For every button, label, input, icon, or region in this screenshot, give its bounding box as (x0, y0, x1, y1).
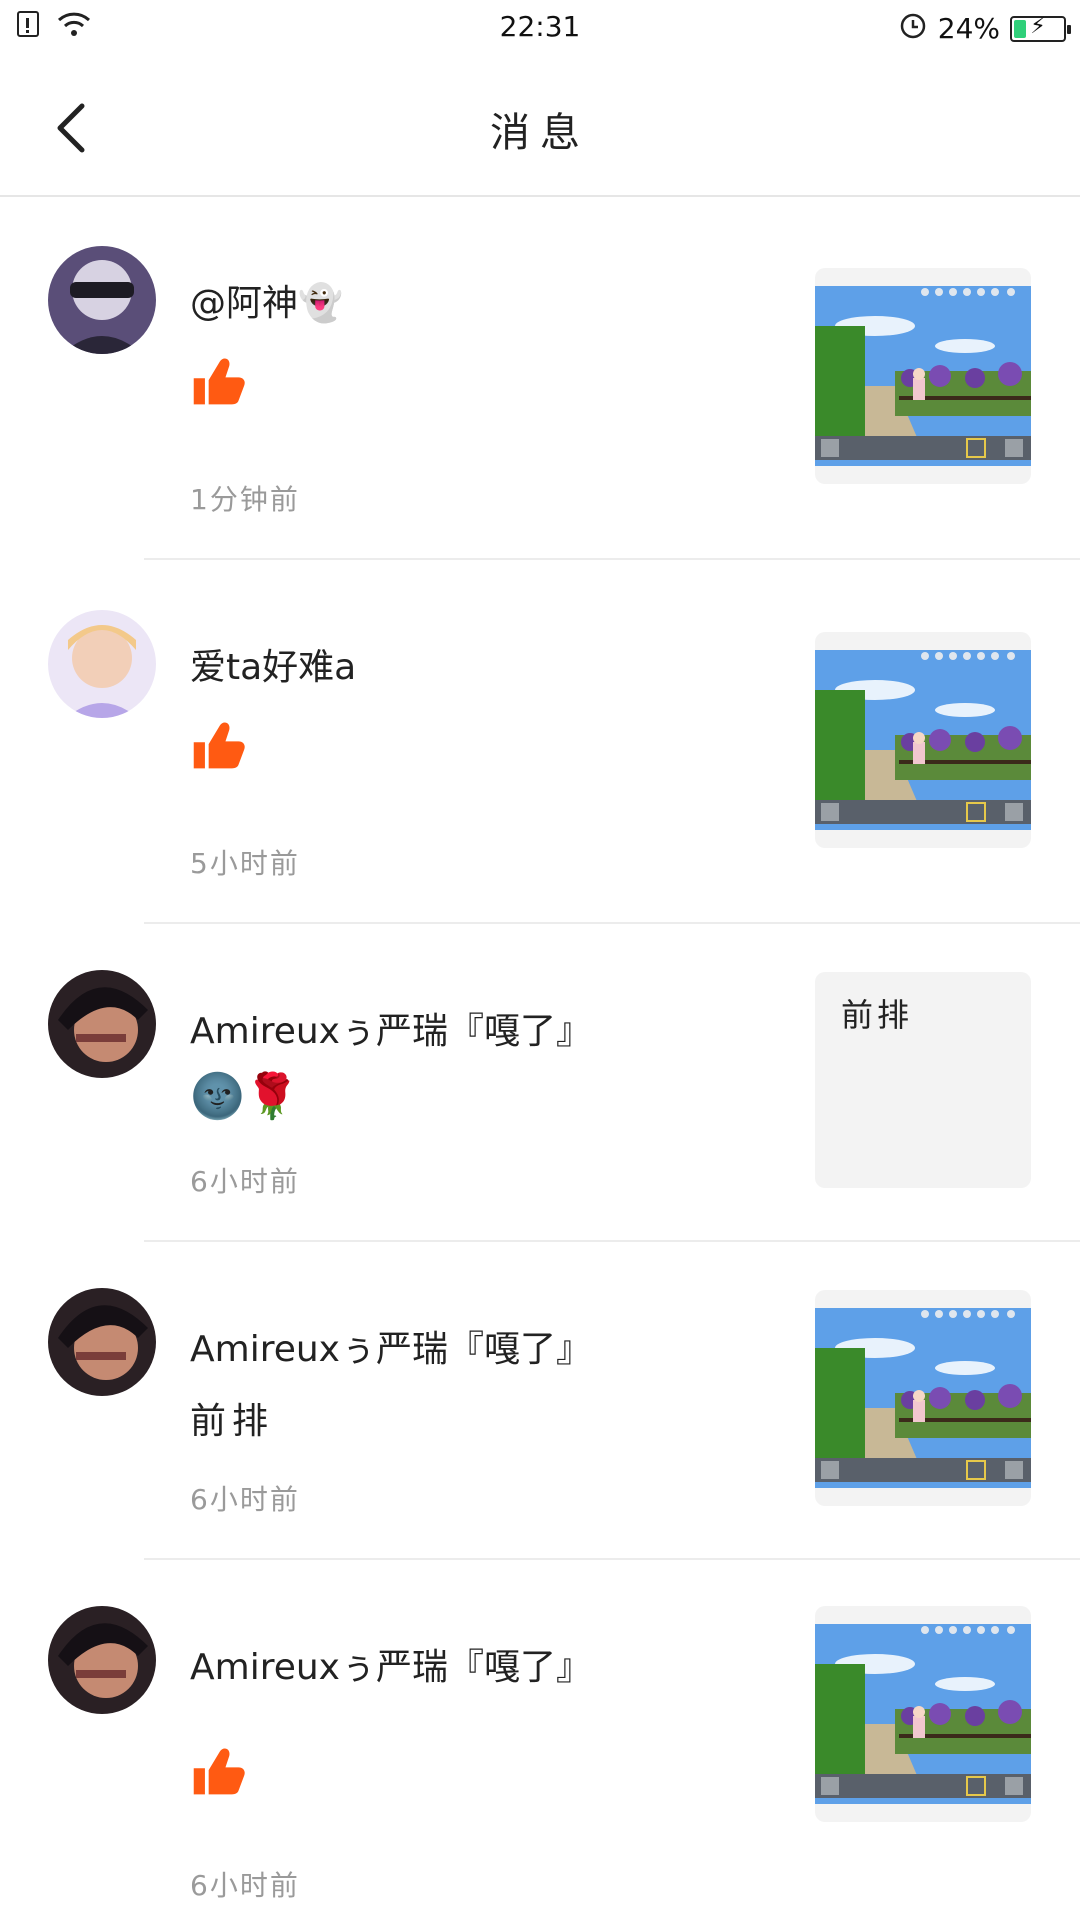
sender-name[interactable]: 爱ta好难a (190, 638, 356, 690)
charging-icon: ⚡ (1030, 13, 1046, 39)
sender-name[interactable]: @阿神👻 (190, 274, 343, 326)
avatar[interactable] (48, 970, 156, 1078)
post-thumbnail[interactable] (815, 1606, 1031, 1822)
avatar[interactable] (48, 1606, 156, 1714)
message-time: 5小时前 (190, 847, 300, 880)
post-thumbnail[interactable] (815, 268, 1031, 484)
message-item[interactable]: Amireuxぅ严瑞『嘎了』 6小时前 (0, 1560, 1080, 1920)
sender-name[interactable]: Amireuxぅ严瑞『嘎了』 (190, 1320, 592, 1372)
like-icon (190, 354, 246, 419)
avatar[interactable] (48, 246, 156, 354)
avatar[interactable] (48, 610, 156, 718)
like-icon (190, 1744, 246, 1809)
page-title: 消息 (490, 110, 590, 156)
comment-text: 前排 (190, 1401, 275, 1442)
top-bar: 消息 (0, 60, 1080, 197)
status-bar: 22:31 24% ⚡ (0, 0, 1080, 52)
message-item[interactable]: Amireuxぅ严瑞『嘎了』 前排 6小时前 (0, 1242, 1080, 1560)
message-time: 6小时前 (190, 1483, 300, 1516)
sender-name[interactable]: Amireuxぅ严瑞『嘎了』 (190, 1002, 592, 1054)
post-thumbnail[interactable] (815, 632, 1031, 848)
post-thumbnail[interactable]: 前排 (815, 972, 1031, 1188)
message-item[interactable]: Amireuxぅ严瑞『嘎了』 🌚🌹 6小时前 前排 (0, 924, 1080, 1242)
post-thumbnail[interactable] (815, 1290, 1031, 1506)
like-icon (190, 718, 246, 783)
post-text: 前排 (841, 996, 914, 1034)
avatar[interactable] (48, 1288, 156, 1396)
battery-icon: ⚡ (1010, 13, 1071, 42)
alarm-icon (898, 10, 928, 47)
message-time: 6小时前 (190, 1165, 300, 1198)
sender-name[interactable]: Amireuxぅ严瑞『嘎了』 (190, 1638, 592, 1690)
message-time: 1分钟前 (190, 483, 300, 516)
comment-text: 🌚🌹 (190, 1071, 300, 1122)
message-time: 6小时前 (190, 1869, 300, 1902)
message-item[interactable]: 爱ta好难a 5小时前 (0, 560, 1080, 924)
message-item[interactable]: @阿神👻 1分钟前 (0, 196, 1080, 560)
battery-percent: 24% (937, 12, 1000, 45)
